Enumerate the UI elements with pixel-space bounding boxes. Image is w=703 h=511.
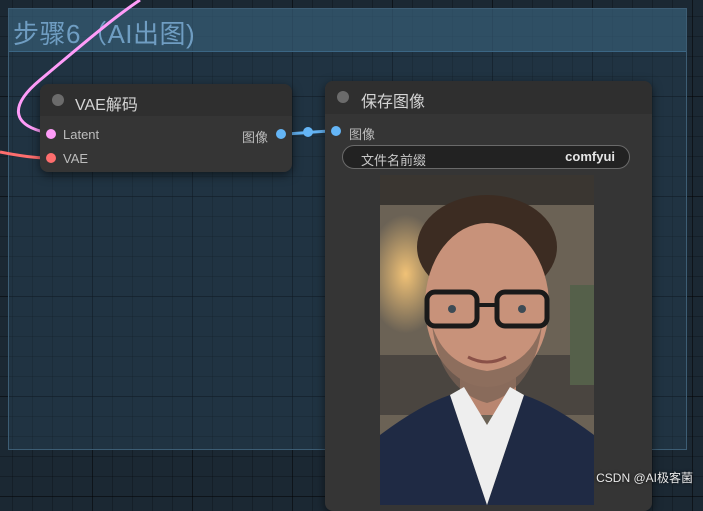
image-input-slot[interactable] bbox=[331, 126, 341, 136]
collapse-dot-icon[interactable] bbox=[337, 91, 349, 103]
filename-prefix-field[interactable]: 文件名前缀 comfyui bbox=[342, 145, 630, 169]
vae-decode-node-title: VAE解码 bbox=[75, 97, 138, 114]
vae-input-label: VAE bbox=[63, 151, 89, 166]
image-input-label: 图像 bbox=[349, 127, 376, 142]
vae-decode-node-header[interactable]: VAE解码 bbox=[40, 84, 292, 116]
vae-input-slot[interactable] bbox=[46, 153, 56, 163]
filename-prefix-label: 文件名前缀 bbox=[361, 153, 427, 168]
image-preview[interactable] bbox=[380, 175, 594, 505]
save-image-node[interactable]: 保存图像 图像 文件名前缀 comfyui bbox=[325, 81, 652, 511]
group-header[interactable]: 步骤6（AI出图) bbox=[9, 9, 686, 52]
latent-input-label: Latent bbox=[63, 127, 100, 142]
save-image-node-header[interactable]: 保存图像 bbox=[325, 81, 652, 114]
watermark-text: CSDN @AI极客菌 bbox=[596, 471, 693, 485]
group-title: 步骤6（AI出图) bbox=[13, 19, 196, 49]
vae-decode-node[interactable]: VAE解码 Latent VAE 图像 bbox=[40, 84, 292, 172]
image-output-slot[interactable] bbox=[276, 129, 286, 139]
save-image-node-title: 保存图像 bbox=[361, 94, 426, 111]
image-output-label: 图像 bbox=[241, 130, 268, 145]
portrait-image bbox=[380, 175, 594, 505]
latent-input-slot[interactable] bbox=[46, 129, 56, 139]
collapse-dot-icon[interactable] bbox=[52, 94, 64, 106]
filename-prefix-value: comfyui bbox=[565, 149, 615, 164]
